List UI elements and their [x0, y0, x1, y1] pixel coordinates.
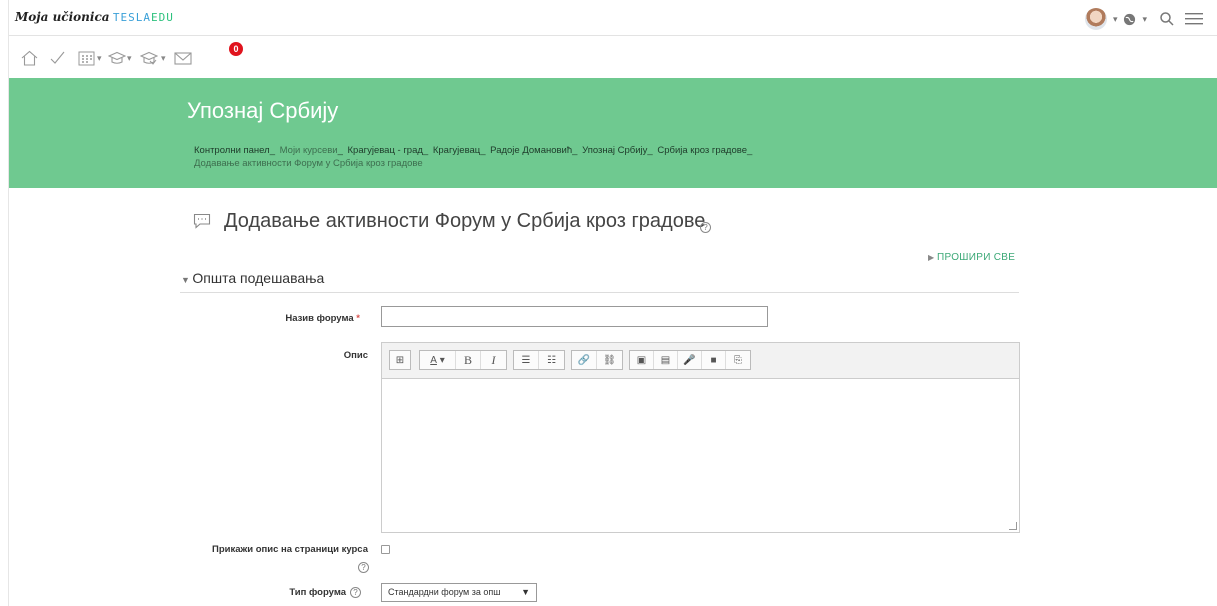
breadcrumb: Контролни панел_ Моји курсеви_ Крагујева… [194, 145, 753, 169]
toolbar-group-media: ▣ ▤ 🎤 ■ ⎘ [629, 350, 751, 370]
forum-name-field[interactable] [381, 306, 768, 327]
editor-toolbar: ⊞ A ▾ B I ☰ ☷ 🔗 ⛓ ▣ ▤ 🎤 ■ ⎘ [382, 343, 1019, 379]
record-video-button[interactable]: ■ [702, 351, 726, 369]
chevron-down-icon: ▼ [521, 587, 530, 597]
toolbar-group-links: 🔗 ⛓ [571, 350, 623, 370]
breadcrumb-kragujevac-city[interactable]: Крагујевац - град [348, 145, 423, 156]
breadcrumb-school[interactable]: Радоје Домановић [490, 145, 572, 156]
toolbar-group-toggle: ⊞ [389, 350, 411, 370]
triangle-down-icon: ▼ [181, 275, 193, 285]
home-icon[interactable] [21, 50, 38, 66]
toolbar-group-text: A ▾ B I [419, 350, 507, 370]
search-icon[interactable] [1159, 11, 1175, 27]
site-logo[interactable]: Moja učionica TESLAEDU [15, 10, 174, 24]
record-audio-button[interactable]: 🎤 [678, 351, 702, 369]
show-description-checkbox[interactable] [381, 545, 390, 554]
user-menu-caret[interactable]: ▾ [1113, 14, 1118, 25]
forum-type-label: Тип форума [289, 587, 346, 598]
quick-links-bar: ▾ ▾ ▾ [9, 36, 1217, 78]
breadcrumb-course[interactable]: Упознај Србију [582, 145, 647, 156]
check-icon[interactable] [49, 50, 66, 66]
image-button[interactable]: ▣ [630, 351, 654, 369]
forum-name-label: Назив форума * [285, 313, 360, 324]
courses-caret[interactable]: ▾ [127, 50, 132, 66]
logo-text-moja: Moja učionica [15, 10, 110, 24]
italic-button[interactable]: I [481, 351, 506, 369]
unordered-list-button[interactable]: ☰ [514, 351, 539, 369]
breadcrumb-section[interactable]: Србија кроз градове [657, 145, 747, 156]
help-icon[interactable]: ? [358, 562, 369, 573]
breadcrumb-kragujevac[interactable]: Крагујевац [433, 145, 480, 156]
expand-all-label: ПРОШИРИ СВЕ [936, 252, 1016, 263]
media-button[interactable]: ▤ [654, 351, 678, 369]
grades-icon[interactable] [140, 50, 158, 66]
section-title: Општа подешавања [192, 270, 325, 286]
expand-all-link[interactable]: ▶ ПРОШИРИ СВЕ [928, 252, 1015, 263]
section-general-settings[interactable]: ▼ Општа подешавања [181, 270, 324, 286]
messages-count-badge: 0 [229, 42, 243, 56]
calendar-caret[interactable]: ▾ [97, 50, 102, 66]
user-menu-area: ▾ ▾ [1084, 8, 1203, 30]
logo-text-tesla: TESLA [112, 11, 152, 24]
section-divider [180, 292, 1019, 293]
calendar-icon[interactable] [78, 50, 95, 66]
toolbar-toggle-button[interactable]: ⊞ [390, 351, 410, 369]
graduation-cap-icon[interactable] [108, 50, 126, 66]
hamburger-icon[interactable] [1185, 12, 1203, 26]
logo-text-edu: EDU [151, 11, 174, 24]
description-label: Опис [343, 350, 368, 361]
grades-caret[interactable]: ▾ [161, 50, 166, 66]
globe-icon[interactable] [1123, 13, 1136, 26]
language-menu-caret[interactable]: ▾ [1142, 14, 1147, 25]
help-icon[interactable]: ? [700, 222, 711, 233]
bold-button[interactable]: B [456, 351, 481, 369]
mail-icon[interactable] [174, 50, 192, 66]
top-navbar: Moja učionica TESLAEDU ▾ ▾ [9, 0, 1217, 36]
ordered-list-button[interactable]: ☷ [539, 351, 564, 369]
breadcrumb-dashboard[interactable]: Контролни панел [194, 145, 270, 156]
page-title: Додавање активности Форум у Србија кроз … [224, 210, 706, 232]
toolbar-group-lists: ☰ ☷ [513, 350, 565, 370]
breadcrumb-my-courses[interactable]: Моји курсеви [280, 145, 338, 156]
show-description-label: Прикажи опис на страници курса [211, 544, 368, 555]
unlink-button[interactable]: ⛓ [597, 351, 622, 369]
description-editor[interactable]: ⊞ A ▾ B I ☰ ☷ 🔗 ⛓ ▣ ▤ 🎤 ■ ⎘ [381, 342, 1020, 533]
required-mark: * [356, 313, 360, 324]
link-button[interactable]: 🔗 [572, 351, 597, 369]
breadcrumb-current: Додавање активности Форум у Србија кроз … [194, 158, 423, 169]
course-title: Упознај Србију [187, 98, 339, 123]
forum-type-select[interactable]: Стандардни форум за опш ▼ [381, 583, 537, 602]
page-header: Упознај Србију Контролни панел_ Моји кур… [9, 78, 1217, 188]
resize-handle-icon[interactable] [1009, 522, 1017, 530]
avatar[interactable] [1084, 8, 1107, 30]
font-color-button[interactable]: A ▾ [420, 351, 456, 369]
triangle-right-icon: ▶ [928, 253, 937, 262]
forum-type-selected-value: Стандардни форум за опш [388, 587, 501, 597]
forum-icon [193, 213, 211, 229]
help-icon[interactable]: ? [350, 587, 361, 598]
manage-files-button[interactable]: ⎘ [726, 351, 750, 369]
